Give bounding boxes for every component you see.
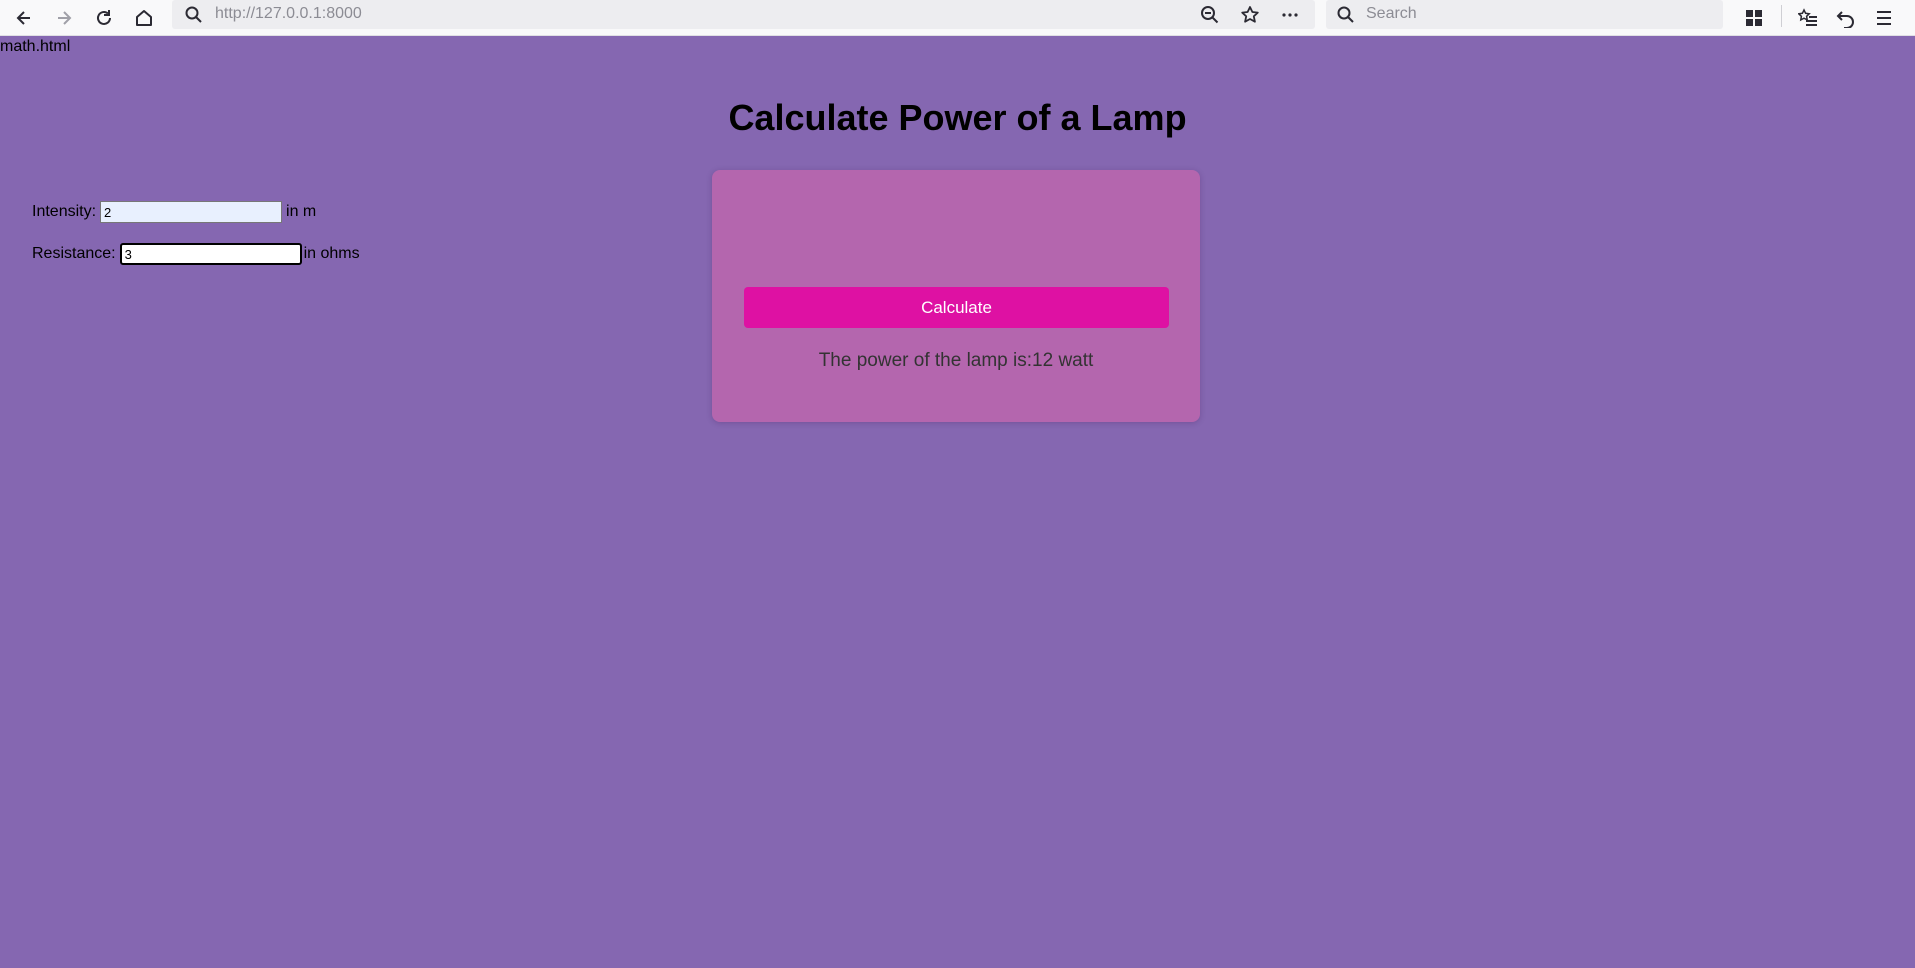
forward-button[interactable] [48,2,80,34]
home-icon [136,10,152,26]
search-icon [1337,6,1354,23]
library-button[interactable] [1738,2,1770,34]
back-arrow-icon [16,11,30,25]
reload-icon [97,10,111,25]
grid-icon [1746,10,1762,26]
forward-arrow-icon [58,11,72,25]
browser-toolbar: http://127.0.0.1:8000 Search [0,0,1915,36]
url-text[interactable]: http://127.0.0.1:8000 [215,5,362,23]
search-icon [185,6,202,23]
search-placeholder: Search [1366,5,1417,22]
reload-button[interactable] [88,2,120,34]
zoom-out-button[interactable] [1198,3,1222,27]
intensity-row: Intensity: in m [32,201,316,223]
hamburger-menu-icon [1877,11,1891,25]
resistance-unit: in ohms [303,245,360,262]
intensity-input[interactable] [100,201,283,223]
filename-text: math.html [0,38,71,55]
page-actions-button[interactable] [1278,3,1302,27]
more-dots-icon [1282,13,1298,17]
url-bar[interactable]: http://127.0.0.1:8000 [172,0,1315,29]
bookmarks-menu-button[interactable] [1792,2,1824,34]
resistance-label: Resistance: [32,245,116,262]
undo-button[interactable] [1830,2,1862,34]
result-text: The power of the lamp is:12 watt [818,350,1094,371]
intensity-unit: in m [286,203,317,220]
search-bar[interactable]: Search [1326,0,1723,29]
star-icon [1241,6,1259,23]
toolbar-separator [1781,5,1782,27]
page-title: Calculate Power of a Lamp [728,97,1187,138]
bookmark-star-button[interactable] [1238,3,1262,27]
back-button[interactable] [8,2,40,34]
resistance-row: Resistance: in ohms [32,243,360,265]
main-menu-button[interactable] [1868,2,1900,34]
zoom-out-icon [1201,6,1219,24]
resistance-input[interactable] [119,243,302,265]
bookmarks-list-icon [1798,8,1817,26]
undo-icon [1836,11,1854,28]
home-button[interactable] [128,2,160,34]
calculate-button[interactable]: Calculate [744,287,1169,328]
intensity-label: Intensity: [32,203,97,220]
